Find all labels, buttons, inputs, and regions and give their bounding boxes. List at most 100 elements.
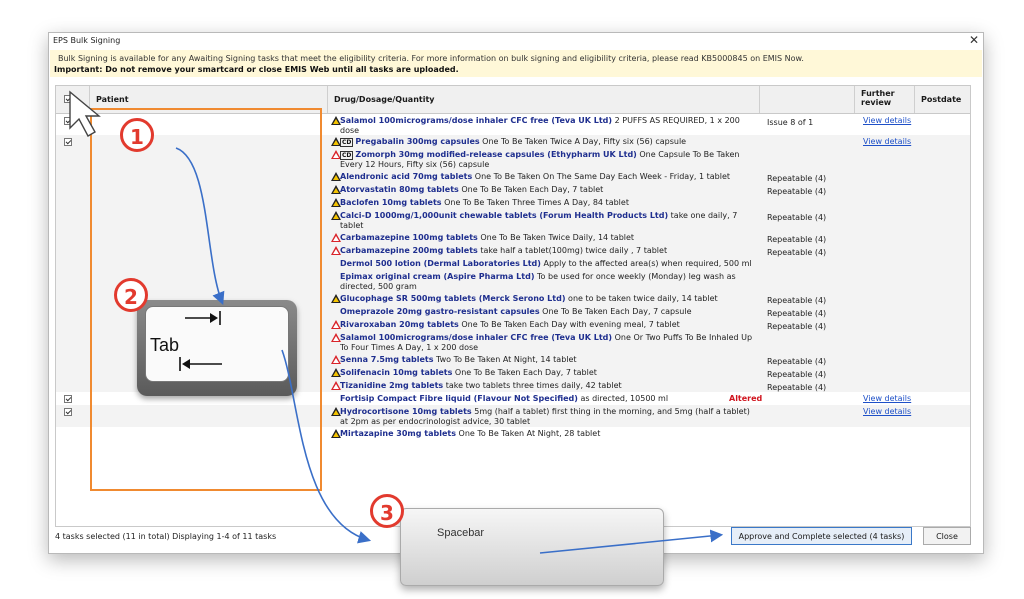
- drug-dosage-cell: Epimax original cream (Aspire Pharma Ltd…: [340, 272, 758, 292]
- drug-name: Carbamazepine 100mg tablets: [340, 233, 478, 242]
- drug-name: Rivaroxaban 20mg tablets: [340, 320, 459, 329]
- close-icon[interactable]: ✕: [969, 33, 979, 47]
- view-details-link[interactable]: View details: [863, 394, 911, 403]
- column-drug[interactable]: Drug/Dosage/Quantity: [328, 86, 760, 113]
- altered-flag: Altered: [729, 394, 763, 403]
- drug-name: Baclofen 10mg tablets: [340, 198, 442, 207]
- drug-dosage: One To Be Taken Twice Daily, 14 tablet: [477, 233, 635, 242]
- drug-name: Tizanidine 2mg tablets: [340, 381, 444, 390]
- drug-dosage: One To Be Taken Three Times A Day, 84 ta…: [441, 198, 629, 207]
- issue-info: Repeatable (4): [767, 309, 827, 318]
- controlled-drug-badge: CD: [340, 151, 354, 160]
- drug-dosage-cell: Rivaroxaban 20mg tablets One To Be Taken…: [340, 320, 758, 330]
- drug-name: Salamol 100micrograms/dose inhaler CFC f…: [340, 333, 613, 342]
- drug-name: Solifenacin 10mg tablets: [340, 368, 453, 377]
- selection-status: 4 tasks selected (11 in total) Displayin…: [55, 532, 277, 541]
- drug-dosage-cell: Carbamazepine 200mg tablets take half a …: [340, 246, 758, 256]
- issue-info: Repeatable (4): [767, 296, 827, 305]
- tab-key-label: Tab: [150, 335, 180, 355]
- drug-dosage-cell: CD Zomorph 30mg modified-release capsules…: [340, 150, 758, 170]
- drug-dosage-cell: Hydrocortisone 10mg tablets 5mg (half a …: [340, 407, 758, 427]
- issue-info: Repeatable (4): [767, 174, 827, 183]
- drug-dosage-cell: Baclofen 10mg tablets One To Be Taken Th…: [340, 198, 758, 208]
- drug-dosage: One To Be Taken Twice A Day, Fifty six (…: [479, 137, 687, 146]
- drug-dosage: take half a tablet(100mg) twice daily , …: [477, 246, 668, 255]
- step-1-badge: 1: [120, 118, 154, 152]
- drug-name: Carbamazepine 200mg tablets: [340, 246, 478, 255]
- issue-info: Repeatable (4): [767, 235, 827, 244]
- spacebar-illustration: Spacebar: [400, 508, 664, 586]
- drug-dosage: Two To Be Taken At Night, 14 tablet: [433, 355, 577, 364]
- row-checkbox[interactable]: [64, 117, 72, 125]
- drug-dosage-cell: Carbamazepine 100mg tablets One To Be Ta…: [340, 233, 758, 243]
- drug-dosage-cell: Fortisip Compact Fibre liquid (Flavour N…: [340, 394, 758, 404]
- drug-dosage: take two tablets three times daily, 42 t…: [443, 381, 622, 390]
- drug-dosage: as directed, 10500 ml: [577, 394, 669, 403]
- drug-dosage-cell: CD Pregabalin 300mg capsules One To Be Ta…: [340, 137, 758, 147]
- drug-name: Senna 7.5mg tablets: [340, 355, 434, 364]
- drug-dosage-cell: Glucophage SR 500mg tablets (Merck Seron…: [340, 294, 758, 304]
- drug-dosage: One To Be Taken On The Same Day Each Wee…: [472, 172, 731, 181]
- drug-name: Epimax original cream (Aspire Pharma Ltd…: [340, 272, 535, 281]
- drug-name: Calci-D 1000mg/1,000unit chewable tablet…: [340, 211, 669, 220]
- banner-warning-text: Important: Do not remove your smartcard …: [54, 65, 459, 74]
- close-button[interactable]: Close: [923, 527, 971, 545]
- tab-key-illustration: Tab: [137, 300, 297, 396]
- select-all-header: [56, 86, 90, 113]
- column-further-review[interactable]: Further review: [855, 86, 915, 113]
- drug-name: Hydrocortisone 10mg tablets: [340, 407, 472, 416]
- window-title: EPS Bulk Signing: [53, 36, 121, 45]
- issue-info: Repeatable (4): [767, 187, 827, 196]
- drug-dosage-cell: Salamol 100micrograms/dose inhaler CFC f…: [340, 333, 758, 353]
- drug-dosage: One To Be Taken At Night, 28 tablet: [455, 429, 601, 438]
- drug-name: Fortisip Compact Fibre liquid (Flavour N…: [340, 394, 578, 403]
- issue-info: Repeatable (4): [767, 322, 827, 331]
- drug-name: Atorvastatin 80mg tablets: [340, 185, 459, 194]
- drug-name: Alendronic acid 70mg tablets: [340, 172, 473, 181]
- row-checkbox[interactable]: [64, 408, 72, 416]
- issue-info: Repeatable (4): [767, 213, 827, 222]
- issue-info: Repeatable (4): [767, 357, 827, 366]
- drug-dosage-cell: Alendronic acid 70mg tablets One To Be T…: [340, 172, 758, 182]
- drug-name: Dermol 500 lotion (Dermal Laboratories L…: [340, 259, 541, 268]
- drug-dosage-cell: Tizanidine 2mg tablets take two tablets …: [340, 381, 758, 391]
- issue-info: Issue 8 of 1: [767, 118, 814, 127]
- step-3-badge: 3: [370, 494, 404, 528]
- approve-complete-button[interactable]: Approve and Complete selected (4 tasks): [731, 527, 912, 545]
- drug-dosage-cell: Omeprazole 20mg gastro-resistant capsule…: [340, 307, 758, 317]
- drug-name: Omeprazole 20mg gastro-resistant capsule…: [340, 307, 540, 316]
- info-banner: Bulk Signing is available for any Awaiti…: [50, 50, 982, 77]
- drug-dosage: Apply to the affected area(s) when requi…: [540, 259, 752, 268]
- drug-dosage-cell: Calci-D 1000mg/1,000unit chewable tablet…: [340, 211, 758, 231]
- drug-dosage-cell: Senna 7.5mg tablets Two To Be Taken At N…: [340, 355, 758, 365]
- drug-name: Pregabalin 300mg capsules: [355, 137, 480, 146]
- step-2-badge: 2: [114, 278, 148, 312]
- drug-name: Glucophage SR 500mg tablets (Merck Seron…: [340, 294, 566, 303]
- select-all-checkbox[interactable]: [64, 95, 72, 103]
- row-checkbox[interactable]: [64, 395, 72, 403]
- drug-name: Salamol 100micrograms/dose inhaler CFC f…: [340, 116, 613, 125]
- drug-dosage-cell: Atorvastatin 80mg tablets One To Be Take…: [340, 185, 758, 195]
- issue-info: Repeatable (4): [767, 370, 827, 379]
- drug-name: Zomorph 30mg modified-release capsules (…: [355, 150, 637, 159]
- view-details-link[interactable]: View details: [863, 407, 911, 416]
- view-details-link[interactable]: View details: [863, 137, 911, 146]
- column-postdate[interactable]: Postdate: [915, 86, 970, 113]
- banner-info-text: Bulk Signing is available for any Awaiti…: [58, 54, 804, 63]
- drug-dosage: one to be taken twice daily, 14 tablet: [565, 294, 718, 303]
- drug-dosage: One To Be Taken Each Day with evening me…: [458, 320, 680, 329]
- drug-dosage: One To Be Taken Each Day, 7 tablet: [452, 368, 597, 377]
- column-issue: [760, 86, 855, 113]
- row-checkbox[interactable]: [64, 138, 72, 146]
- drug-name: Mirtazapine 30mg tablets: [340, 429, 456, 438]
- spacebar-label: Spacebar: [437, 527, 485, 539]
- drug-dosage-cell: Solifenacin 10mg tablets One To Be Taken…: [340, 368, 758, 378]
- drug-dosage-cell: Mirtazapine 30mg tablets One To Be Taken…: [340, 429, 758, 439]
- controlled-drug-badge: CD: [340, 138, 354, 147]
- drug-dosage-cell: Dermol 500 lotion (Dermal Laboratories L…: [340, 259, 758, 269]
- drug-dosage: One To Be Taken Each Day, 7 tablet: [458, 185, 604, 194]
- drug-dosage: One To Be Taken Each Day, 7 capsule: [539, 307, 692, 316]
- title-bar: EPS Bulk Signing ✕: [49, 33, 983, 49]
- view-details-link[interactable]: View details: [863, 116, 911, 125]
- issue-info: Repeatable (4): [767, 248, 827, 257]
